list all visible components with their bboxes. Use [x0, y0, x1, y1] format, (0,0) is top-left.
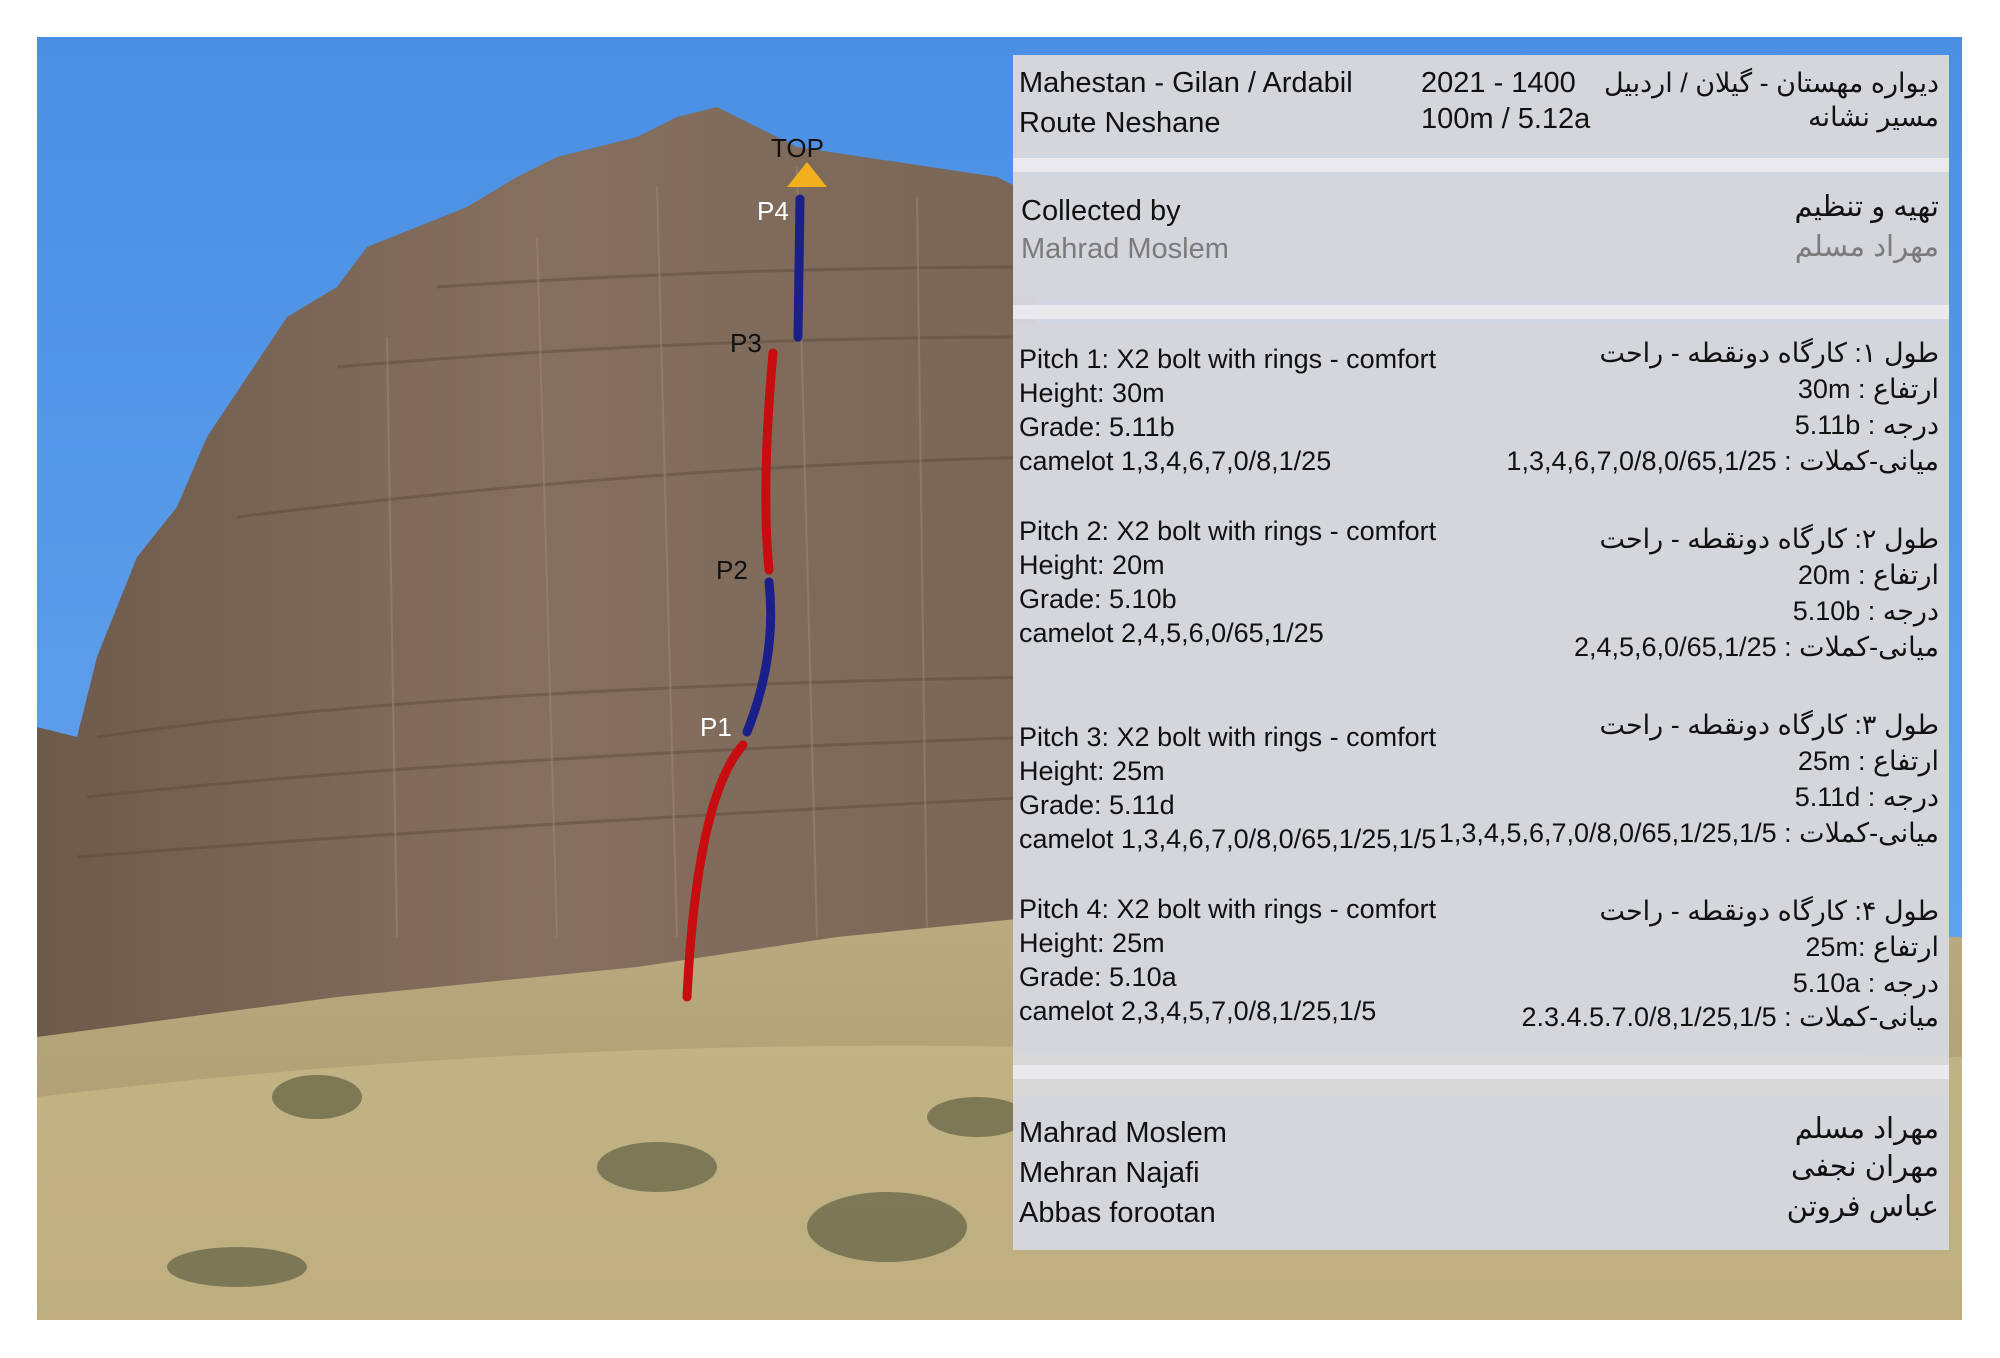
pitch-gear-en: camelot 1,3,4,6,7,0/8,1/25	[1019, 446, 1332, 476]
divider	[1013, 305, 1949, 319]
year: 2021 - 1400	[1421, 67, 1576, 99]
pitch-height-en: Height: 25m	[1019, 756, 1165, 786]
collected-label-en: Collected by	[1021, 195, 1181, 227]
route-pitch-4-line	[793, 194, 805, 342]
route-name-en: Route Neshane	[1019, 107, 1221, 139]
pitch-grade-en: Grade: 5.11b	[1019, 412, 1175, 442]
route-name-fa: مسیر نشانه	[1808, 102, 1939, 132]
divider	[1013, 1065, 1949, 1079]
collected-name-fa: مهراد مسلم	[1794, 231, 1939, 263]
header-section: Mahestan - Gilan / Ardabil Route Neshane…	[1013, 55, 1949, 155]
pitch-gear-fa: میانی-کملات : 1,3,4,6,7,0/8,0/65,1/25	[1506, 446, 1939, 476]
pitch-title-fa: طول ۴: کارگاه دونقطه - راحت	[1599, 896, 1939, 926]
pitch-title-en: Pitch 3: X2 bolt with rings - comfort	[1019, 722, 1437, 752]
pitch-title-en: Pitch 4: X2 bolt with rings - comfort	[1019, 894, 1437, 924]
pitch-gear-fa: میانی-کملات : 2.3.4.5.7.0/8,1/25,1/5	[1521, 1002, 1939, 1032]
collected-name-en: Mahrad Moslem	[1021, 233, 1229, 265]
pitch-grade-en: Grade: 5.10a	[1019, 962, 1177, 992]
pitch-grade-fa: درجه : 5.11b	[1794, 410, 1939, 440]
pitch-grade-fa: درجه : 5.10a	[1792, 968, 1939, 998]
length-grade: 100m / 5.12a	[1421, 103, 1591, 135]
climber-en: Mahrad Moslem	[1019, 1117, 1227, 1149]
route-marker-p4: P4	[757, 196, 789, 226]
route-marker-p2: P2	[716, 555, 748, 585]
pitch-title-en: Pitch 1: X2 bolt with rings - comfort	[1019, 344, 1437, 374]
pitch-height-fa: ارتفاع : 20m	[1797, 560, 1939, 590]
pitch-grade-fa: درجه : 5.10b	[1792, 596, 1939, 626]
pitch-height-fa: ارتفاع : 30m	[1797, 374, 1939, 404]
collected-section: Collected by Mahrad Moslem تهیه و تنظیم …	[1013, 177, 1949, 297]
route-info-panel: Mahestan - Gilan / Ardabil Route Neshane…	[1013, 55, 1949, 1250]
collected-label-fa: تهیه و تنظیم	[1794, 191, 1939, 223]
climber-fa: مهراد مسلم	[1794, 1113, 1939, 1145]
location-en: Mahestan - Gilan / Ardabil	[1019, 67, 1353, 99]
pitches-section: Pitch 1: X2 bolt with rings - comfort He…	[1013, 325, 1949, 1055]
pitch-title-fa: طول ۳: کارگاه دونقطه - راحت	[1599, 710, 1939, 740]
pitch-height-en: Height: 25m	[1019, 928, 1165, 958]
pitch-gear-fa: میانی-کملات : 2,4,5,6,0/65,1/25	[1573, 632, 1939, 662]
divider	[1013, 158, 1949, 172]
pitch-gear-en: camelot 2,3,4,5,7,0/8,1/25,1/5	[1019, 996, 1377, 1026]
pitch-title-fa: طول ۲: کارگاه دونقطه - راحت	[1599, 524, 1939, 554]
pitch-gear-en: camelot 1,3,4,6,7,0/8,0/65,1/25,1/5	[1019, 824, 1437, 854]
pitch-title-fa: طول ۱: کارگاه دونقطه - راحت	[1599, 338, 1939, 368]
climber-en: Mehran Najafi	[1019, 1157, 1200, 1189]
route-marker-top: TOP	[771, 133, 824, 163]
route-marker-p1: P1	[700, 712, 732, 742]
location-fa: دیواره مهستان - گیلان / اردبیل	[1604, 68, 1939, 98]
pitch-gear-fa: میانی-کملات : 1,3,4,5,6,7,0/8,0/65,1/25,…	[1438, 818, 1939, 848]
route-marker-p3: P3	[730, 328, 762, 358]
pitch-grade-en: Grade: 5.11d	[1019, 790, 1175, 820]
pitch-grade-fa: درجه : 5.11d	[1794, 782, 1939, 812]
pitch-height-fa: ارتفاع :25m	[1805, 932, 1939, 962]
climber-fa: عباس فروتن	[1786, 1191, 1939, 1223]
pitch-height-en: Height: 20m	[1019, 550, 1165, 580]
pitch-height-en: Height: 30m	[1019, 378, 1165, 408]
pitch-gear-en: camelot 2,4,5,6,0/65,1/25	[1019, 618, 1324, 648]
pitch-height-fa: ارتفاع : 25m	[1797, 746, 1939, 776]
climbers-section: Mahrad Moslem Mehran Najafi Abbas foroot…	[1013, 1095, 1949, 1250]
pitch-title-en: Pitch 2: X2 bolt with rings - comfort	[1019, 516, 1437, 546]
climber-en: Abbas forootan	[1019, 1197, 1216, 1229]
pitch-grade-en: Grade: 5.10b	[1019, 584, 1177, 614]
climber-fa: مهران نجفی	[1791, 1151, 1939, 1183]
